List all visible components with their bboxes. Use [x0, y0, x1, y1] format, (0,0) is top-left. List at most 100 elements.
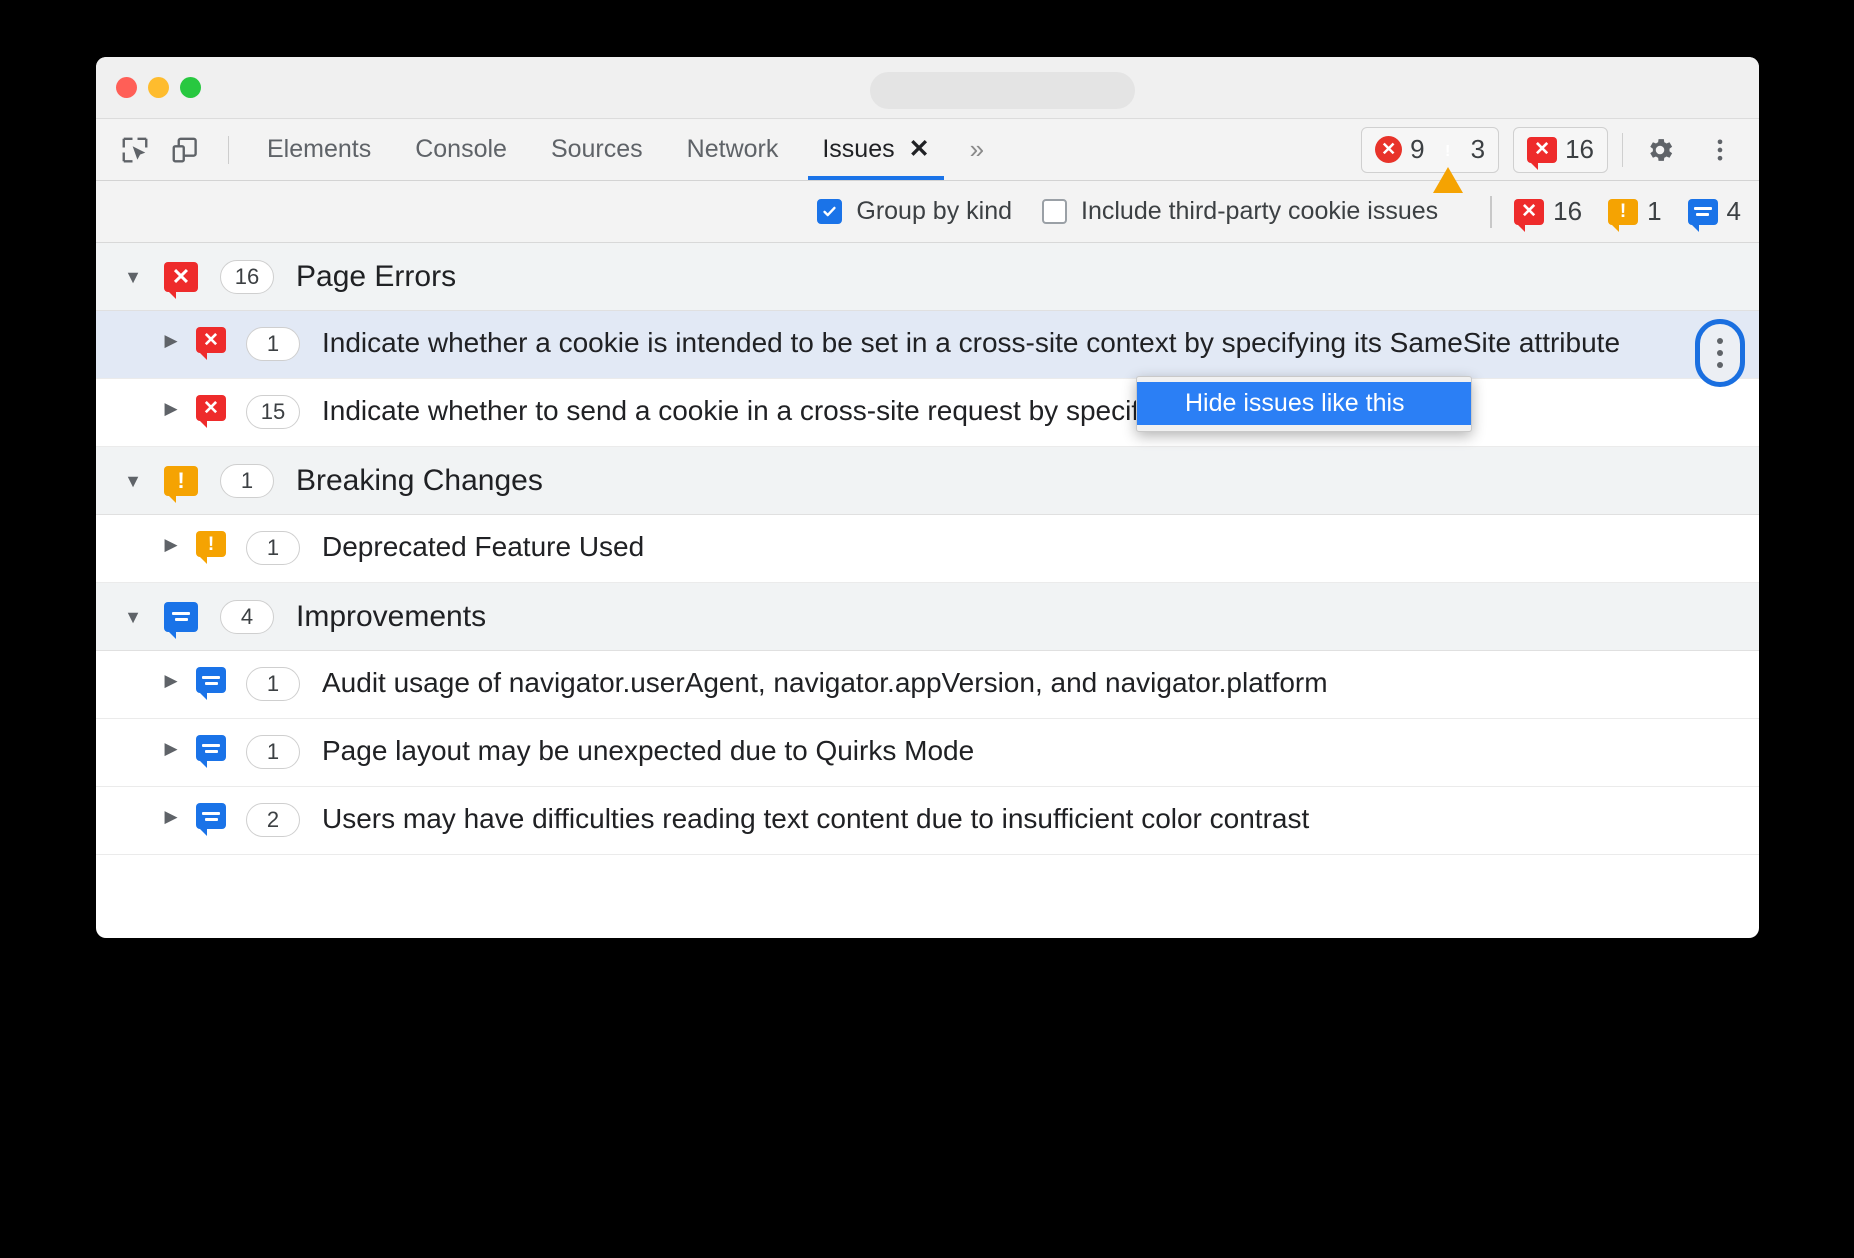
tab-sources[interactable]: Sources [529, 119, 665, 180]
console-counter[interactable]: ✕ 9 ! 3 [1361, 127, 1499, 173]
chevron-right-icon[interactable] [152, 671, 190, 689]
devtools-window: DevTools [96, 57, 1759, 938]
console-warning-count: 3 [1471, 134, 1485, 165]
chevron-down-icon[interactable] [114, 608, 152, 626]
group-count-badge: 16 [220, 260, 274, 294]
tab-bar-divider [1622, 133, 1623, 167]
device-toolbar-icon[interactable] [162, 127, 208, 173]
group-count-badge: 4 [220, 600, 274, 634]
issue-error-bubble-icon: ✕ [1514, 199, 1544, 225]
chevron-right-icon[interactable] [152, 739, 190, 757]
issues-list: ✕ 16 Page Errors ✕ 1 Indicate whether a … [96, 243, 1759, 895]
vertical-dots-icon [1717, 338, 1723, 368]
issue-row[interactable]: ✕ 15 Indicate whether to send a cookie i… [96, 379, 1759, 447]
inspect-element-icon[interactable] [112, 127, 158, 173]
issue-info-bubble-icon [1688, 199, 1718, 225]
issue-count-badge: 1 [246, 531, 300, 565]
issue-group-improvements[interactable]: 4 Improvements [96, 583, 1759, 651]
issue-row[interactable]: ! 1 Deprecated Feature Used [96, 515, 1759, 583]
issue-title: Indicate whether a cookie is intended to… [322, 325, 1680, 360]
filter-divider [1490, 196, 1492, 228]
checkbox-checked-icon[interactable] [817, 199, 842, 224]
close-window-button[interactable] [116, 77, 137, 98]
issue-count-badge: 1 [246, 735, 300, 769]
chevron-double-right-icon[interactable]: » [952, 134, 1002, 165]
tab-label: Network [687, 135, 779, 164]
list-bottom-spacer [96, 855, 1759, 895]
issues-count: 16 [1565, 134, 1594, 165]
tab-issues[interactable]: Issues ✕ [800, 119, 951, 180]
maximize-window-button[interactable] [180, 77, 201, 98]
issue-error-bubble-icon: ✕ [196, 327, 226, 353]
window-content-clip: DevTools [96, 57, 1759, 938]
include-third-party-label: Include third-party cookie issues [1081, 197, 1438, 226]
chevron-right-icon[interactable] [152, 399, 190, 417]
issue-group-breaking-changes[interactable]: ! 1 Breaking Changes [96, 447, 1759, 515]
tool-icons [96, 127, 245, 173]
issue-title: Deprecated Feature Used [322, 529, 704, 564]
issue-info-bubble-icon [196, 735, 226, 761]
warning-count-group: ! 1 [1608, 196, 1661, 227]
issue-row[interactable]: ✕ 1 Indicate whether a cookie is intende… [96, 311, 1759, 379]
issue-title: Audit usage of navigator.userAgent, navi… [322, 665, 1388, 700]
vertical-dots-icon[interactable] [1697, 127, 1743, 173]
issue-kebab-button[interactable] [1695, 319, 1745, 387]
tab-label: Sources [551, 135, 643, 164]
warning-count: 1 [1647, 196, 1661, 227]
chevron-down-icon[interactable] [114, 472, 152, 490]
tab-elements[interactable]: Elements [245, 119, 393, 180]
tab-label: Issues [822, 135, 894, 164]
minimize-window-button[interactable] [148, 77, 169, 98]
group-by-kind-label: Group by kind [856, 197, 1012, 226]
issue-row[interactable]: 1 Page layout may be unexpected due to Q… [96, 719, 1759, 787]
issue-row[interactable]: 1 Audit usage of navigator.userAgent, na… [96, 651, 1759, 719]
group-title: Breaking Changes [296, 464, 543, 498]
issue-error-bubble-icon: ✕ [164, 262, 198, 292]
issue-warning-bubble-icon: ! [1608, 199, 1638, 225]
tab-network[interactable]: Network [665, 119, 801, 180]
issue-info-bubble-icon [196, 803, 226, 829]
issue-title: Page layout may be unexpected due to Qui… [322, 733, 1034, 768]
issue-group-page-errors[interactable]: ✕ 16 Page Errors [96, 243, 1759, 311]
error-count: 16 [1553, 196, 1582, 227]
group-title: Improvements [296, 600, 486, 634]
gear-icon[interactable] [1637, 127, 1683, 173]
group-title: Page Errors [296, 260, 456, 294]
error-count-group: ✕ 16 [1514, 196, 1582, 227]
issue-error-bubble-icon: ✕ [196, 395, 226, 421]
info-count-group: 4 [1688, 196, 1741, 227]
close-icon[interactable]: ✕ [909, 137, 930, 162]
issue-warning-bubble-icon: ! [196, 531, 226, 557]
checkbox-unchecked-icon[interactable] [1042, 199, 1067, 224]
console-error-count: 9 [1410, 134, 1424, 165]
toolbar-divider [228, 136, 229, 164]
chevron-right-icon[interactable] [152, 535, 190, 553]
tab-console[interactable]: Console [393, 119, 529, 180]
issues-filter-bar: Group by kind Include third-party cookie… [96, 181, 1759, 243]
info-count: 4 [1727, 196, 1741, 227]
issue-count-badge: 1 [246, 327, 300, 361]
chevron-down-icon[interactable] [114, 268, 152, 286]
warning-triangle-icon: ! [1433, 137, 1463, 163]
issues-counter[interactable]: ✕ 16 [1513, 127, 1608, 173]
chevron-right-icon[interactable] [152, 807, 190, 825]
title-bar-pill [870, 72, 1135, 109]
menu-item-hide-issues-like-this[interactable]: Hide issues like this [1137, 382, 1471, 425]
screen: DevTools [0, 0, 1854, 1258]
issue-info-bubble-icon [196, 667, 226, 693]
group-by-kind-checkbox[interactable]: Group by kind [817, 197, 1012, 226]
traffic-lights [116, 77, 201, 98]
include-third-party-checkbox[interactable]: Include third-party cookie issues [1042, 197, 1438, 226]
issue-count-badge: 15 [246, 395, 300, 429]
tab-label: Elements [267, 135, 371, 164]
tab-bar-right: ✕ 9 ! 3 ✕ 16 [1361, 127, 1759, 173]
chevron-right-icon[interactable] [152, 331, 190, 349]
group-count-badge: 1 [220, 464, 274, 498]
issue-row[interactable]: 2 Users may have difficulties reading te… [96, 787, 1759, 855]
issue-info-bubble-icon [164, 602, 198, 632]
tab-bar: Elements Console Sources Network Issues … [96, 119, 1759, 181]
issue-count-badge: 1 [246, 667, 300, 701]
issue-title: Users may have difficulties reading text… [322, 801, 1369, 836]
issue-context-menu: Hide issues like this [1136, 376, 1472, 432]
circle-x-icon: ✕ [1375, 136, 1402, 163]
